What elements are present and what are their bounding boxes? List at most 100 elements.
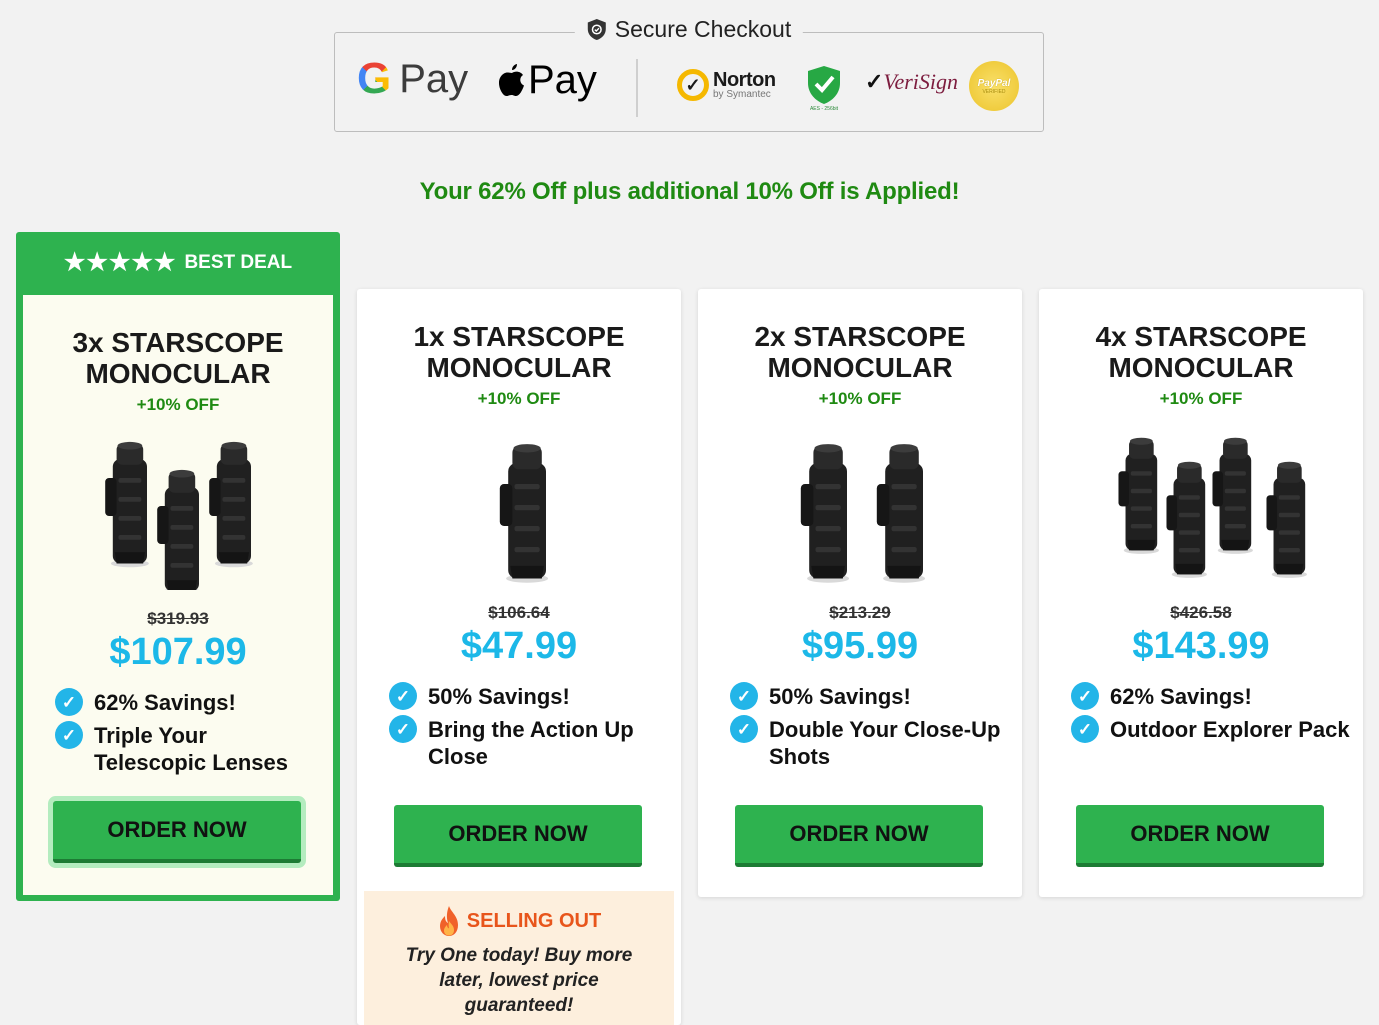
norton-sub-label: by Symantec	[713, 89, 771, 100]
monocular-unit	[157, 469, 201, 596]
feature-list: ✓ 50% Savings! ✓ Double Your Close-Up Sh…	[730, 682, 1012, 776]
apple-pay-label: Pay	[528, 58, 597, 102]
feature-list: ✓ 50% Savings! ✓ Bring the Action Up Clo…	[389, 682, 671, 776]
feature-text: Outdoor Explorer Pack	[1110, 717, 1350, 742]
feature-text: Bring the Action Up Close	[428, 717, 634, 769]
feature-item: ✓ Bring the Action Up Close	[389, 715, 671, 770]
monocular-product-image	[800, 444, 926, 583]
apple-icon	[499, 64, 524, 96]
product-card-3x: ★★★★★ BEST DEAL 3x STARSCOPE MONOCULAR +…	[16, 232, 340, 901]
order-now-button[interactable]: ORDER NOW	[1076, 805, 1324, 867]
product-title: 2x STARSCOPE MONOCULAR	[698, 321, 1022, 383]
product-card-4x: 4x STARSCOPE MONOCULAR +10% OFF $426.58 …	[1039, 289, 1363, 897]
order-now-button[interactable]: ORDER NOW	[53, 801, 301, 863]
original-price: $106.64	[488, 603, 550, 622]
check-circle-icon: ✓	[389, 682, 417, 710]
order-now-button[interactable]: ORDER NOW	[394, 805, 642, 867]
feature-list: ✓ 62% Savings! ✓ Outdoor Explorer Pack	[1071, 682, 1353, 749]
product-title-line2: MONOCULAR	[1108, 352, 1294, 383]
feature-text: 62% Savings!	[94, 690, 236, 715]
norton-badge: ✓ Norton by Symantec	[677, 69, 776, 101]
paypal-label: PayPal	[977, 77, 1011, 89]
monocular-unit	[876, 444, 926, 583]
google-g-icon: G	[357, 54, 392, 103]
check-circle-icon: ✓	[1071, 682, 1099, 710]
google-pay-label: Pay	[399, 57, 469, 101]
product-image	[23, 440, 333, 596]
aes-label: AES - 256bit	[809, 106, 839, 112]
check-circle-icon: ✓	[389, 715, 417, 743]
monocular-unit	[209, 441, 253, 568]
extra-discount-label: +10% OFF	[818, 389, 902, 408]
sale-price: $143.99	[1132, 625, 1270, 667]
monocular-unit	[105, 441, 149, 568]
monocular-unit	[1166, 461, 1207, 578]
product-title: 4x STARSCOPE MONOCULAR	[1039, 321, 1363, 383]
verisign-check-icon: ✓	[865, 69, 884, 94]
star-rating-icon: ★★★★★	[63, 249, 177, 276]
best-deal-banner: ★★★★★ BEST DEAL	[16, 232, 340, 294]
discount-applied-message: Your 62% Off plus additional 10% Off is …	[419, 178, 960, 205]
paypal-verified-label: VERIFIED	[982, 88, 1006, 95]
extra-discount-label: +10% OFF	[1159, 389, 1243, 408]
product-image	[698, 434, 1022, 584]
feature-text: Double Your Close-Up Shots	[769, 717, 1001, 769]
product-title: 1x STARSCOPE MONOCULAR	[357, 321, 681, 383]
check-circle-icon: ✓	[55, 721, 83, 749]
sale-price: $107.99	[109, 631, 247, 673]
best-deal-label: BEST DEAL	[184, 252, 293, 273]
sale-price: $95.99	[801, 625, 919, 667]
product-image	[1039, 434, 1363, 584]
verisign-label: VeriSign	[883, 69, 958, 94]
feature-text: Triple Your Telescopic Lenses	[94, 723, 289, 775]
feature-text: 50% Savings!	[769, 684, 911, 709]
aes-badge: AES - 256bit	[807, 65, 841, 112]
feature-item: ✓ 62% Savings!	[55, 688, 323, 716]
check-circle-icon: ✓	[730, 715, 758, 743]
green-shield-icon	[808, 66, 840, 104]
product-title-line1: 3x STARSCOPE	[72, 327, 284, 358]
payment-logos: G Pay Pay ✓ Norton by Symantec AES - 256…	[335, 33, 1043, 131]
selling-out-notice: SELLING OUT Try One today! Buy more late…	[364, 891, 674, 1025]
order-now-button[interactable]: ORDER NOW	[735, 805, 983, 867]
check-circle-icon: ✓	[55, 688, 83, 716]
secure-checkout-panel: Secure Checkout G Pay Pay ✓ Norton by Sy…	[334, 16, 1044, 132]
norton-check-icon: ✓	[677, 69, 709, 101]
feature-item: ✓ Triple Your Telescopic Lenses	[55, 721, 323, 776]
feature-item: ✓ Double Your Close-Up Shots	[730, 715, 1012, 770]
product-title: 3x STARSCOPE MONOCULAR	[23, 327, 333, 389]
paypal-verified-badge: PayPal VERIFIED	[969, 61, 1019, 111]
monocular-unit	[499, 444, 549, 583]
sale-price: $47.99	[460, 625, 578, 667]
monocular-product-image	[1118, 437, 1307, 578]
google-pay-logo: G Pay	[357, 57, 468, 101]
check-circle-icon: ✓	[730, 682, 758, 710]
product-title-line1: 2x STARSCOPE	[754, 321, 966, 352]
original-price: $426.58	[1170, 603, 1232, 622]
original-price: $319.93	[147, 609, 209, 628]
monocular-unit	[1118, 437, 1159, 554]
feature-item: ✓ 50% Savings!	[389, 682, 671, 710]
logo-divider	[636, 59, 638, 117]
feature-text: 50% Savings!	[428, 684, 570, 709]
apple-pay-logo: Pay	[498, 60, 597, 100]
product-title-line2: MONOCULAR	[767, 352, 953, 383]
feature-text: 62% Savings!	[1110, 684, 1252, 709]
monocular-product-image	[105, 441, 253, 596]
original-price: $213.29	[829, 603, 891, 622]
product-card-1x: 1x STARSCOPE MONOCULAR +10% OFF $106.64 …	[357, 289, 681, 1025]
product-title-line2: MONOCULAR	[85, 358, 271, 389]
feature-item: ✓ 62% Savings!	[1071, 682, 1353, 710]
feature-item: ✓ Outdoor Explorer Pack	[1071, 715, 1353, 743]
fire-icon	[439, 906, 458, 936]
feature-item: ✓ 50% Savings!	[730, 682, 1012, 710]
product-title-line1: 4x STARSCOPE	[1095, 321, 1307, 352]
monocular-product-image	[499, 444, 549, 583]
check-circle-icon: ✓	[1071, 715, 1099, 743]
product-card-2x: 2x STARSCOPE MONOCULAR +10% OFF $213.29 …	[698, 289, 1022, 897]
extra-discount-label: +10% OFF	[136, 395, 220, 414]
verisign-badge: ✓VeriSign	[865, 69, 958, 95]
selling-out-heading: SELLING OUT	[466, 909, 602, 932]
monocular-unit	[1212, 437, 1253, 554]
feature-list: ✓ 62% Savings! ✓ Triple Your Telescopic …	[55, 688, 323, 782]
